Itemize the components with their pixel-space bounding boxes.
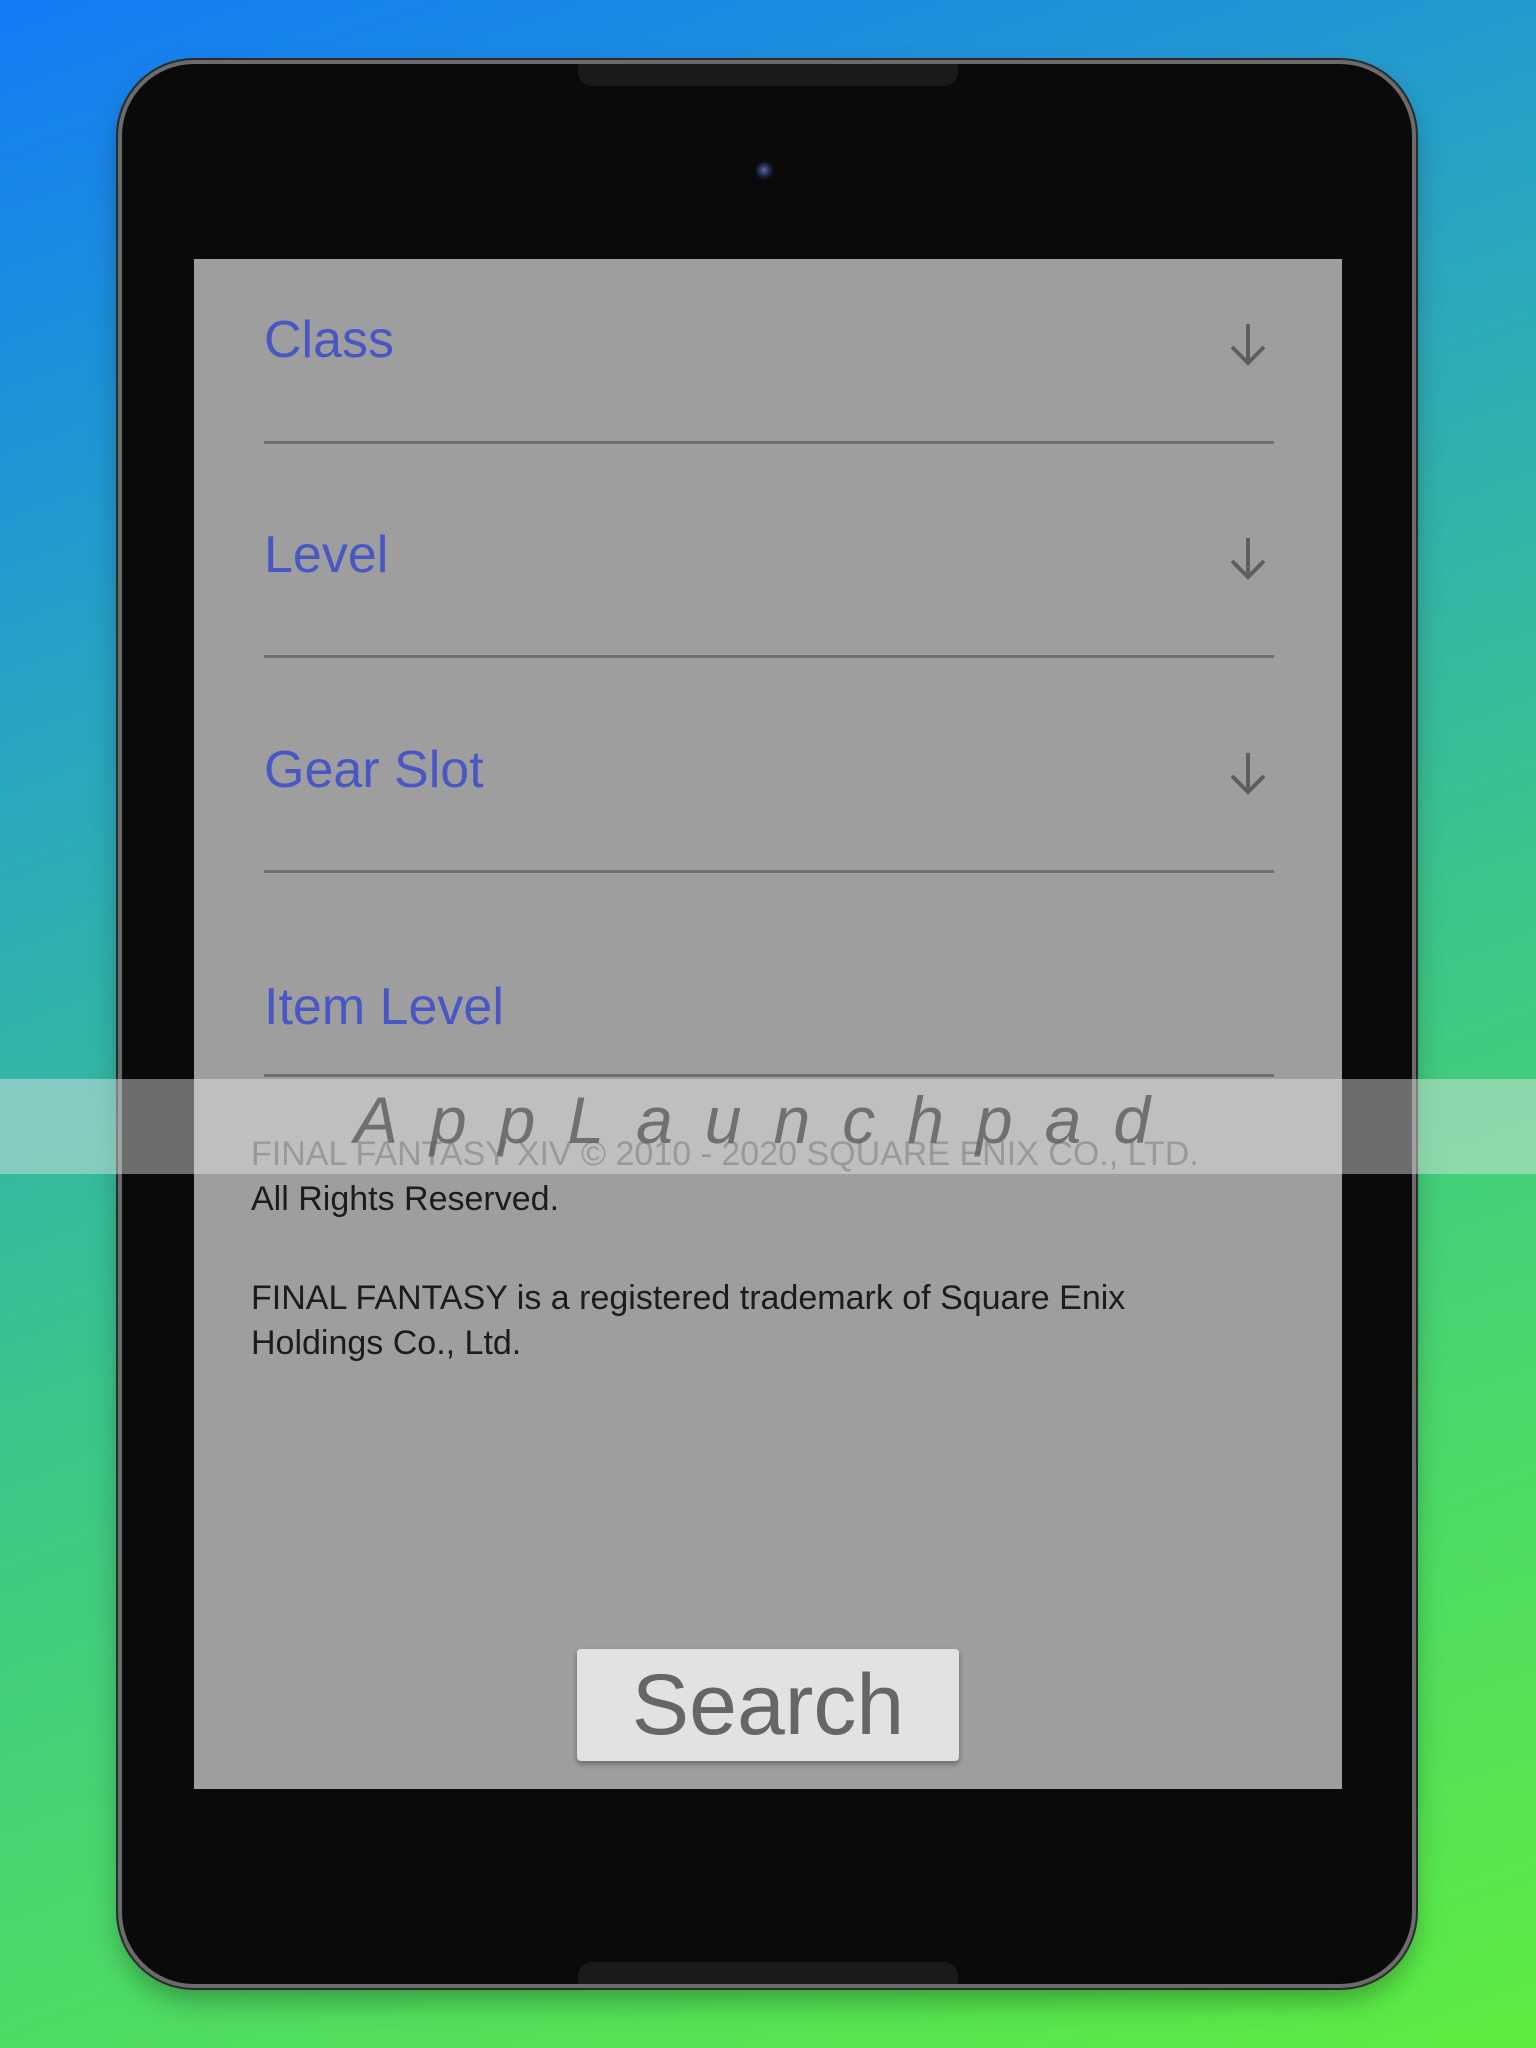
camera-icon	[756, 162, 774, 180]
watermark-text: AppLaunchpad	[353, 1083, 1183, 1157]
trademark-notice: FINAL FANTASY is a registered trademark …	[251, 1276, 1311, 1366]
tablet-top-notch	[578, 64, 958, 86]
rights-line: All Rights Reserved.	[251, 1180, 560, 1218]
item-level-input-label: Item Level	[264, 978, 504, 1036]
tablet-bottom-notch	[578, 1962, 958, 1984]
search-button[interactable]: Search	[577, 1649, 959, 1761]
trademark-line: Holdings Co., Ltd.	[251, 1324, 522, 1362]
item-level-input[interactable]: Item Level	[264, 259, 1274, 1077]
app-screen: Class Level Gear Slot Item Level FINAL F…	[194, 259, 1342, 1789]
trademark-line: FINAL FANTASY is a registered trademark …	[251, 1279, 1126, 1317]
